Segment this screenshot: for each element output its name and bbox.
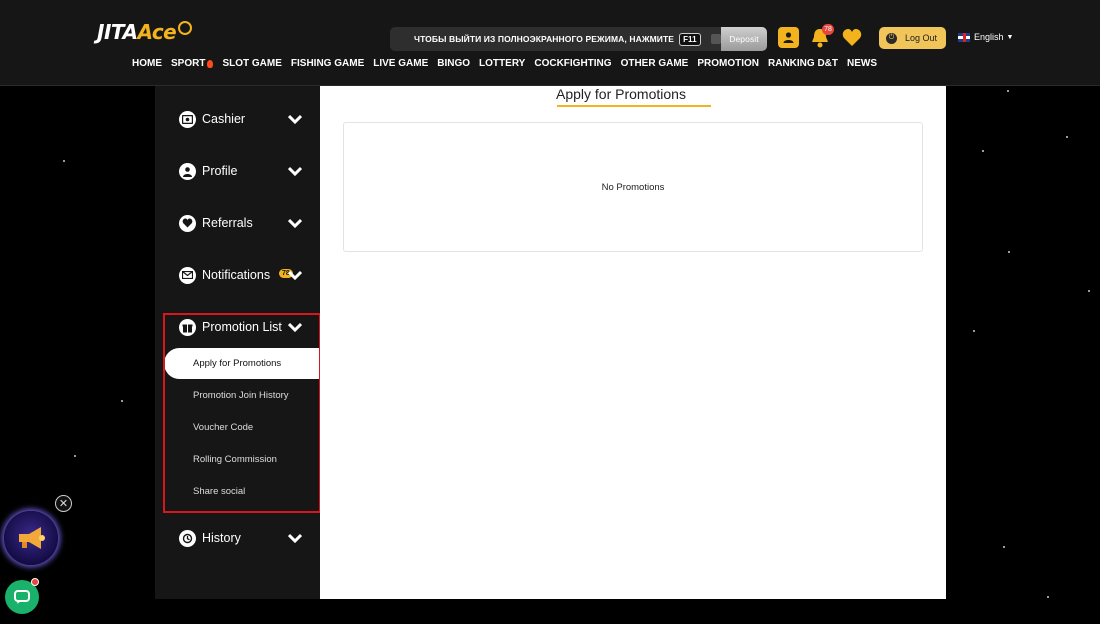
uk-flag-icon bbox=[958, 32, 970, 42]
nav-news[interactable]: NEWS bbox=[847, 58, 877, 69]
sidebar-item-referrals[interactable]: Referrals bbox=[155, 208, 320, 238]
chevron-down-icon bbox=[288, 218, 302, 228]
nav-fishing-game[interactable]: FISHING GAME bbox=[291, 58, 364, 69]
logout-button[interactable]: ⏻ Log Out bbox=[879, 27, 946, 49]
nav-cockfighting[interactable]: COCKFIGHTING bbox=[534, 58, 611, 69]
power-icon: ⏻ bbox=[886, 32, 897, 44]
favorites-heart-icon[interactable] bbox=[842, 28, 862, 47]
heart-icon bbox=[179, 214, 196, 232]
star bbox=[1003, 546, 1005, 548]
chevron-down-icon bbox=[288, 270, 302, 280]
sidebar-label: Cashier bbox=[202, 112, 246, 126]
chevron-down-icon bbox=[288, 533, 302, 543]
logout-label: Log Out bbox=[905, 33, 938, 43]
star bbox=[1007, 90, 1009, 92]
sidebar-label: Referrals bbox=[202, 216, 253, 230]
logo-text: JITA bbox=[97, 20, 138, 44]
nav-label: RANKING D&T bbox=[768, 58, 839, 69]
fullscreen-banner-text: ЧТОБЫ ВЫЙТИ ИЗ ПОЛНОЭКРАННОГО РЕЖИМА, НА… bbox=[414, 34, 675, 44]
sidebar-item-cashier[interactable]: Cashier bbox=[155, 104, 320, 134]
wallet-icon bbox=[710, 34, 721, 44]
megaphone-icon bbox=[19, 527, 45, 549]
nav-live-game[interactable]: LIVE GAME bbox=[373, 58, 428, 69]
history-icon bbox=[179, 529, 196, 547]
sidebar-label: History bbox=[202, 531, 241, 545]
sidebar-item-notifications[interactable]: Notifications 78 bbox=[155, 260, 320, 290]
cashier-icon bbox=[179, 110, 196, 128]
nav-bingo[interactable]: BINGO bbox=[437, 58, 470, 69]
promotions-empty-state: No Promotions bbox=[343, 122, 923, 252]
nav-label: COCKFIGHTING bbox=[534, 58, 612, 69]
chevron-down-icon bbox=[288, 114, 302, 124]
user-icon bbox=[179, 162, 196, 180]
star bbox=[1008, 251, 1010, 253]
logo-mark-icon bbox=[178, 21, 193, 35]
nav-label: PROMOTION bbox=[697, 58, 760, 69]
nav-label: NEWS bbox=[847, 58, 878, 69]
language-label: English bbox=[974, 32, 1004, 42]
nav-label: OTHER GAME bbox=[620, 58, 689, 69]
chat-unread-dot bbox=[31, 578, 39, 586]
page-title: Apply for Promotions bbox=[556, 86, 686, 102]
nav-label: BINGO bbox=[437, 58, 471, 69]
nav-ranking[interactable]: RANKING D&T bbox=[768, 58, 838, 69]
megaphone-promo-button[interactable] bbox=[4, 511, 58, 565]
title-underline bbox=[557, 105, 711, 107]
fullscreen-key: F11 bbox=[679, 32, 701, 46]
deposit-button[interactable]: Deposit bbox=[721, 27, 767, 51]
site-logo[interactable]: JITA Ace bbox=[97, 18, 193, 46]
language-selector[interactable]: English ▼ bbox=[958, 32, 1013, 42]
profile-button[interactable] bbox=[778, 27, 799, 48]
main-content: Apply for Promotions No Promotions bbox=[320, 86, 946, 599]
caret-down-icon: ▼ bbox=[1006, 33, 1014, 41]
fullscreen-exit-banner: ЧТОБЫ ВЫЙТИ ИЗ ПОЛНОЭКРАННОГО РЕЖИМА, НА… bbox=[390, 27, 767, 51]
star bbox=[982, 150, 984, 152]
nav-label: SPORT bbox=[171, 58, 206, 69]
logo-text-accent: Ace bbox=[137, 20, 177, 44]
nav-slot-game[interactable]: SLOT GAME bbox=[222, 58, 281, 69]
nav-lottery[interactable]: LOTTERY bbox=[479, 58, 525, 69]
empty-state-text: No Promotions bbox=[601, 181, 665, 193]
nav-label: LIVE GAME bbox=[373, 58, 429, 69]
star bbox=[973, 330, 975, 332]
star bbox=[1047, 596, 1049, 598]
page: JITA Ace ЧТОБЫ ВЫЙТИ ИЗ ПОЛНОЭКРАННОГО Р… bbox=[0, 0, 1100, 624]
sidebar-item-profile[interactable]: Profile bbox=[155, 156, 320, 186]
notification-count-badge: 78 bbox=[822, 24, 834, 35]
nav-label: FISHING GAME bbox=[290, 58, 365, 69]
chat-bubble-icon bbox=[14, 589, 30, 604]
fire-icon bbox=[207, 59, 214, 68]
star bbox=[74, 455, 76, 457]
sidebar-label: Notifications bbox=[202, 268, 271, 282]
star bbox=[1066, 136, 1068, 138]
chevron-down-icon bbox=[288, 166, 302, 176]
nav-other-game[interactable]: OTHER GAME bbox=[621, 58, 689, 69]
sidebar-item-history[interactable]: History bbox=[155, 523, 320, 553]
close-icon[interactable]: ✕ bbox=[55, 495, 72, 512]
user-icon bbox=[783, 32, 794, 43]
nav-label: SLOT GAME bbox=[222, 58, 282, 69]
sidebar-label: Profile bbox=[202, 164, 238, 178]
nav-sport[interactable]: SPORT bbox=[171, 58, 214, 69]
star bbox=[63, 160, 65, 162]
mail-icon bbox=[179, 266, 196, 284]
star bbox=[1088, 290, 1090, 292]
nav-label: LOTTERY bbox=[479, 58, 526, 69]
nav-promotion[interactable]: PROMOTION bbox=[697, 58, 759, 69]
top-header: JITA Ace ЧТОБЫ ВЫЙТИ ИЗ ПОЛНОЭКРАННОГО Р… bbox=[0, 0, 1100, 86]
nav-home[interactable]: HOME bbox=[132, 58, 162, 69]
promotion-list-highlight bbox=[163, 313, 321, 513]
main-nav: HOME SPORT SLOT GAME FISHING GAME LIVE G… bbox=[132, 58, 886, 69]
nav-label: HOME bbox=[132, 58, 162, 69]
star bbox=[121, 400, 123, 402]
